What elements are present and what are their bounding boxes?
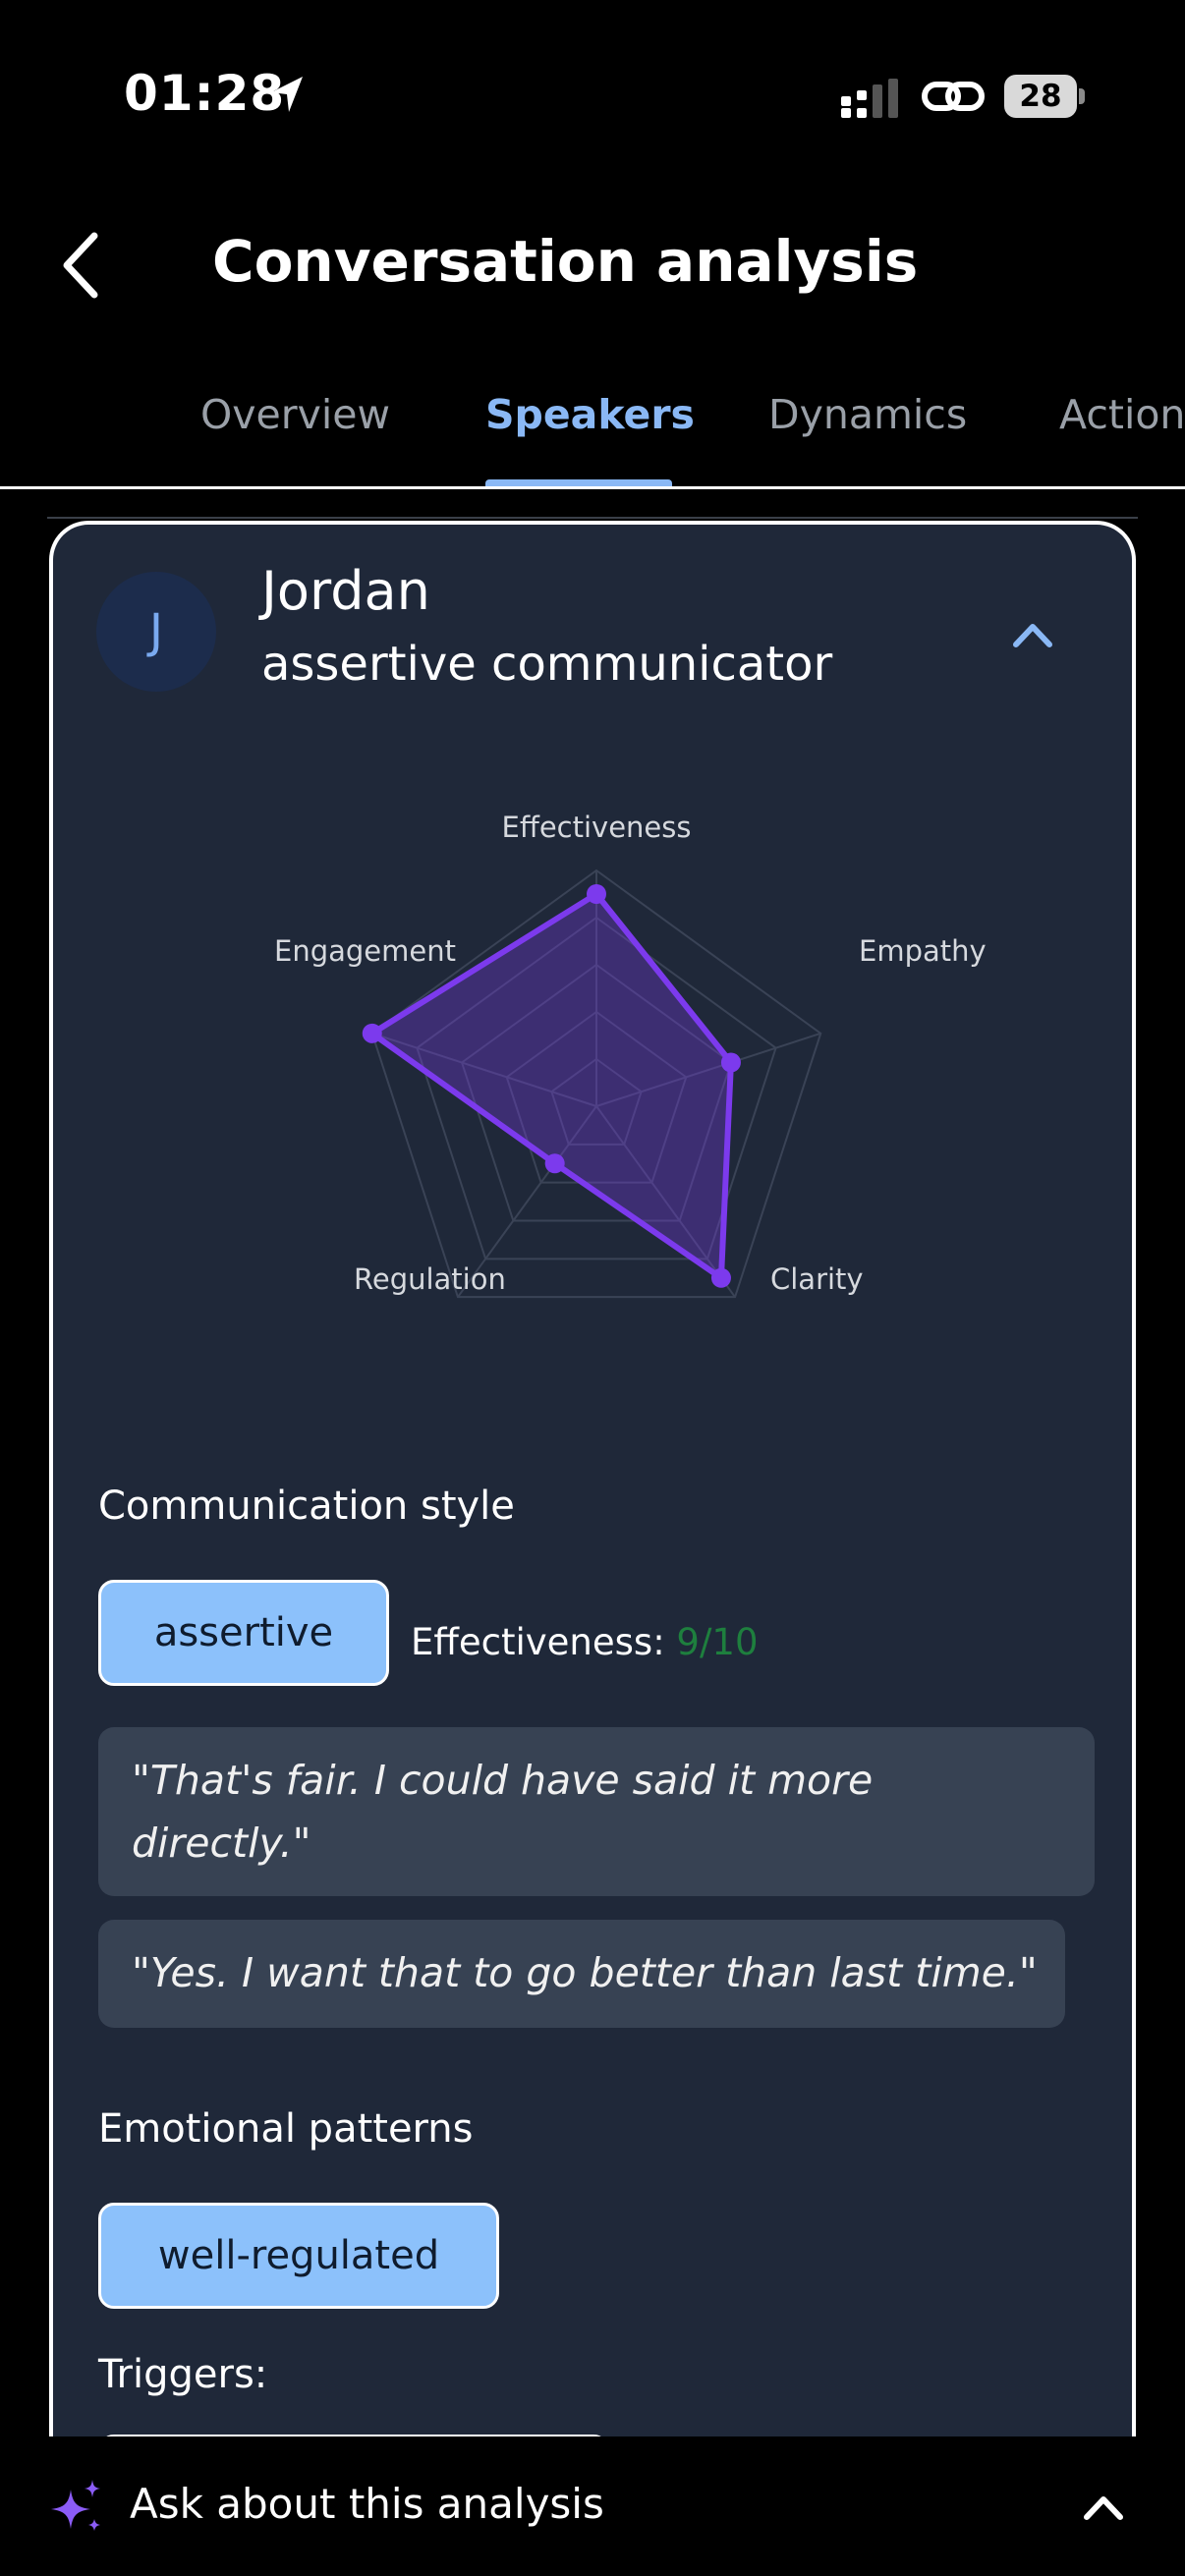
effectiveness-value: 9/10 (676, 1621, 759, 1663)
divider (47, 517, 1138, 519)
active-tab-indicator (485, 479, 672, 486)
radar-axis-label: Engagement (274, 934, 456, 968)
radar-axis-label: Clarity (770, 1262, 864, 1296)
location-arrow-icon (271, 77, 303, 112)
tab-actions[interactable]: Actions (1059, 391, 1185, 438)
chevron-up-icon[interactable] (1079, 2490, 1128, 2525)
back-chevron-icon[interactable] (53, 228, 112, 303)
speaker-name: Jordan (261, 560, 430, 622)
ask-analysis-label: Ask about this analysis (130, 2480, 604, 2528)
effectiveness-score: Effectiveness: 9/10 (411, 1621, 759, 1663)
quote-card: "That's fair. I could have said it more … (98, 1727, 1095, 1896)
effectiveness-label: Effectiveness: (411, 1621, 677, 1663)
tab-speakers[interactable]: Speakers (485, 391, 695, 438)
radar-data-point (544, 1153, 565, 1174)
radar-axis-label: Empathy (859, 934, 987, 968)
communication-style-chip: assertive (98, 1580, 389, 1686)
emotional-pattern-chip: well-regulated (98, 2203, 499, 2309)
page-title: Conversation analysis (212, 228, 919, 295)
radar-axis-label: Effectiveness (502, 811, 692, 844)
cellular-signal-icon (841, 79, 898, 118)
battery-indicator: 28 (1004, 75, 1085, 118)
radar-data-point (710, 1267, 731, 1288)
speaker-card: J Jordan assertive communicator Effectiv… (49, 521, 1136, 2545)
tab-overview[interactable]: Overview (200, 391, 390, 438)
ask-analysis-bar[interactable]: Ask about this analysis (0, 2436, 1185, 2576)
sparkle-icon (51, 2480, 100, 2531)
tab-dynamics[interactable]: Dynamics (768, 391, 967, 438)
status-time: 01:28 (124, 65, 286, 122)
triggers-label: Triggers: (98, 2352, 268, 2397)
radar-axis-label: Regulation (354, 1262, 506, 1296)
chevron-up-icon[interactable] (1008, 615, 1057, 654)
radar-data-point (587, 884, 606, 904)
tab-bar: Overview Speakers Dynamics Actions (0, 373, 1185, 489)
quote-card: "Yes. I want that to go better than last… (98, 1920, 1065, 2028)
radar-data-point (720, 1052, 741, 1073)
avatar-initial: J (148, 604, 164, 659)
radar-chart: Effectiveness Empathy Clarity Regulation Eng… (274, 811, 987, 1299)
emotional-patterns-heading: Emotional patterns (98, 2106, 474, 2152)
battery-percentage: 28 (1019, 79, 1062, 114)
link-icon (922, 82, 985, 111)
communication-style-heading: Communication style (98, 1484, 515, 1529)
radar-data-point (362, 1023, 382, 1043)
status-bar: 01:28 28 (0, 0, 1185, 196)
avatar: J (96, 572, 216, 692)
speaker-style: assertive communicator (261, 637, 833, 692)
